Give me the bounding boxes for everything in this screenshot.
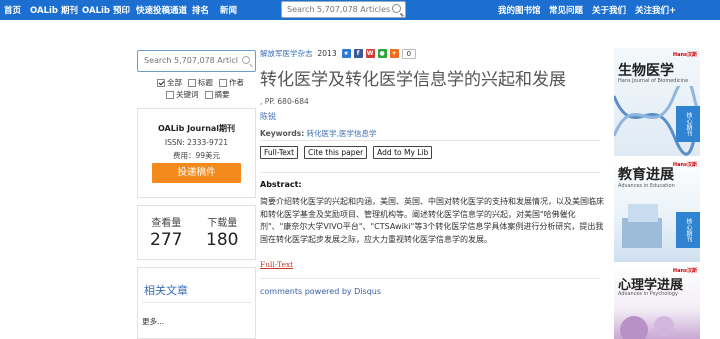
keywords-value[interactable]: 转化医学,医学信息学 (307, 129, 377, 138)
submit-manuscript-button[interactable]: 投递稿件 (152, 163, 241, 183)
filter-title[interactable]: 标题 (188, 77, 213, 88)
cover-badge: 核心期刊 (676, 106, 700, 142)
filter-author[interactable]: 作者 (219, 77, 244, 88)
article-keywords: Keywords: 转化医学,医学信息学 (260, 128, 377, 139)
checkbox-icon[interactable] (204, 90, 213, 99)
article-meta: 解放军医学杂志 2013 ★ f W ● + 0 (260, 48, 417, 59)
abstract-label: Abstract: (260, 180, 302, 189)
nav-home[interactable]: 首页 (4, 4, 21, 16)
share-favorite-icon[interactable]: ★ (341, 49, 351, 58)
nav-ranking[interactable]: 排名 (192, 4, 209, 16)
article-pages: , PP. 680-684 (260, 97, 309, 106)
cover-badge: 核心期刊 (676, 212, 700, 248)
share-more-icon[interactable]: + (389, 49, 399, 58)
cover-title: 教育进展 (618, 167, 674, 183)
sidebar-search (137, 50, 256, 72)
cover-title: 生物医学 (618, 63, 674, 79)
nav-about[interactable]: 关于我们 (592, 4, 626, 16)
article-title: 转化医学及转化医学信息学的兴起和发展 (260, 70, 566, 90)
cover-tag: Hans汉斯 (672, 268, 697, 274)
search-icon[interactable] (392, 4, 401, 13)
article-author[interactable]: 陈锐 (260, 111, 276, 122)
add-to-library-button[interactable]: Add to My Lib (373, 146, 433, 159)
nav-oalib-preprint[interactable]: OALib 预印 (82, 4, 130, 16)
cover-illustration-icon (620, 316, 674, 339)
disqus-link[interactable]: comments powered by Disqus (260, 287, 381, 296)
nav-news[interactable]: 新闻 (220, 4, 237, 16)
journal-fee: 费用：99美元 (172, 151, 221, 160)
checkbox-icon[interactable] (157, 78, 165, 87)
filter-all[interactable]: 全部 (157, 77, 182, 88)
journal-info-box: OALib Journal期刊 ISSN: 2333-9721 费用：99美元 … (137, 108, 256, 198)
nav-my-library[interactable]: 我的图书馆 (498, 4, 541, 16)
cite-button[interactable]: Cite this paper (304, 146, 368, 159)
nav-follow[interactable]: 关注我们+ (635, 4, 676, 16)
downloads-stat: 下载量 180 (206, 214, 238, 250)
search-filters: 全部 标题 作者 (157, 77, 250, 88)
divider (260, 172, 600, 173)
journal-cover-biomedicine[interactable]: Hans汉斯 生物医学 Hans Journal of Biomedicine … (614, 48, 700, 156)
journal-title: OALib Journal期刊 (157, 124, 236, 133)
cover-subtitle: Advances in Education (618, 183, 675, 189)
downloads-label: 下载量 (207, 218, 238, 229)
journal-link[interactable]: 解放军医学杂志 (260, 48, 313, 59)
journal-issn: ISSN: 2333-9721 (164, 138, 229, 147)
top-search-input[interactable] (282, 2, 390, 17)
cover-tag: Hans汉斯 (672, 162, 697, 168)
views-label: 查看量 (151, 218, 182, 229)
top-search (281, 1, 406, 18)
checkbox-icon[interactable] (219, 78, 227, 87)
related-more-link[interactable]: 更多... (142, 316, 164, 327)
share-count: 0 (401, 48, 417, 59)
checkbox-icon[interactable] (166, 90, 174, 99)
article-year: 2013 (317, 49, 337, 58)
divider (142, 302, 251, 303)
divider (260, 278, 600, 279)
share-wechat-icon[interactable]: ● (377, 49, 387, 58)
search-icon[interactable] (242, 56, 250, 64)
views-count: 277 (150, 230, 183, 250)
nav-oalib-journal[interactable]: OALib 期刊 (30, 4, 78, 16)
nav-faq[interactable]: 常见问题 (549, 4, 583, 16)
views-stat: 查看量 277 (150, 214, 182, 250)
checkbox-icon[interactable] (188, 78, 196, 87)
fulltext-button[interactable]: Full-Text (260, 146, 299, 159)
sidebar-search-input[interactable] (138, 51, 238, 69)
journal-cover-education[interactable]: Hans汉斯 教育进展 Advances in Education 核心期刊 (614, 158, 700, 262)
nav-fast-submit[interactable]: 快速投稿通道 (136, 4, 187, 16)
top-nav: 首页 OALib 期刊 OALib 预印 快速投稿通道 排名 新闻 我的图书馆 … (0, 0, 720, 20)
downloads-count: 180 (206, 230, 239, 250)
related-title: 相关文章 (144, 284, 188, 297)
cover-subtitle: Hans Journal of Biomedicine (618, 78, 689, 84)
fulltext-link[interactable]: Full-Text (260, 260, 293, 269)
cover-tag: Hans汉斯 (672, 52, 697, 58)
filter-abstract[interactable]: 摘要 (204, 89, 230, 100)
abstract-text: 简要介绍转化医学的兴起和内涵，美国、英国、中国对转化医学的支持和发展情况，以及美… (260, 197, 604, 244)
search-filters-2: 关键词 摘要 (166, 89, 236, 100)
cover-illustration-icon (622, 204, 662, 248)
keywords-label: Keywords: (260, 129, 305, 138)
related-articles-box: 相关文章 更多... (137, 267, 256, 339)
filter-keyword[interactable]: 关键词 (166, 89, 199, 100)
divider (260, 140, 600, 141)
journal-cover-psychology[interactable]: Hans汉斯 心理学进展 Advances in Psychology (614, 264, 700, 339)
share-weibo-icon[interactable]: W (365, 49, 375, 58)
cover-subtitle: Advances in Psychology (618, 291, 678, 297)
stats-box: 查看量 277 下载量 180 (137, 205, 256, 260)
share-facebook-icon[interactable]: f (353, 49, 363, 58)
article-actions: Full-Text Cite this paper Add to My Lib (260, 146, 438, 159)
